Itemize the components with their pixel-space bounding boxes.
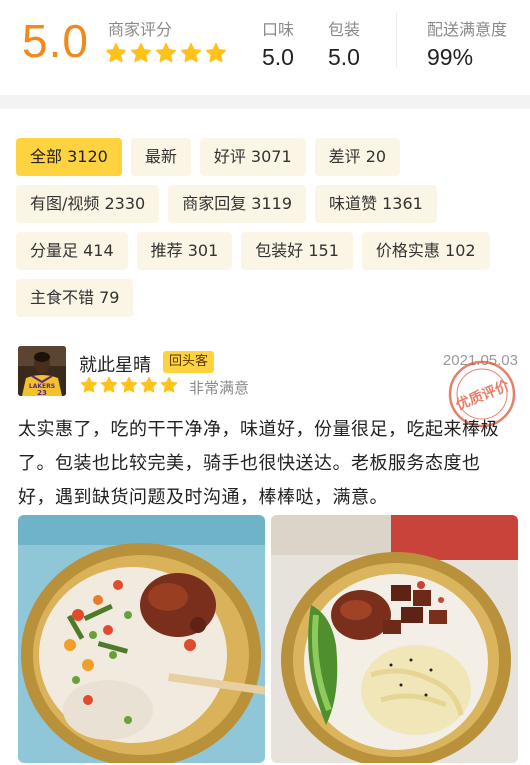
returning-customer-badge: 回头客 (163, 351, 215, 373)
review-photo-1[interactable] (18, 515, 265, 763)
filter-tag[interactable]: 味道赞 1361 (315, 185, 437, 223)
star-icon (140, 376, 158, 393)
star-icon (120, 376, 138, 393)
metric-divider (396, 12, 397, 68)
review-username[interactable]: 就此星晴 (79, 351, 151, 377)
packaging-metric: 包装 5.0 (328, 16, 360, 71)
filter-tag[interactable]: 商家回复 3119 (168, 185, 307, 223)
avatar[interactable]: LAKERS 23 (18, 346, 66, 396)
overall-score: 5.0 (22, 15, 89, 67)
star-icon (130, 42, 152, 63)
avatar-image: LAKERS 23 (18, 346, 66, 396)
review-photo-2[interactable] (271, 515, 518, 763)
star-icon (155, 42, 177, 63)
star-icon (105, 42, 127, 63)
food-photo-rice-bowl-greens (271, 515, 518, 763)
filter-tag[interactable]: 最新 (130, 138, 191, 176)
filter-tag[interactable]: 包装好 151 (241, 232, 353, 270)
rating-summary: 5.0 商家评分 口味 5.0 包装 5.0 配送满意度 99% (0, 0, 530, 92)
stamp-text: 优质评价 (453, 377, 512, 414)
filter-tag[interactable]: 有图/视频 2330 (16, 185, 160, 223)
section-divider (0, 95, 530, 109)
svg-text:23: 23 (37, 389, 47, 396)
taste-label: 口味 (262, 20, 295, 39)
taste-metric: 口味 5.0 (262, 16, 294, 71)
merchant-rating-label: 商家评分 (108, 20, 173, 39)
filter-tag[interactable]: 好评 3071 (199, 138, 306, 176)
star-icon (100, 376, 118, 393)
review-text: 太实惠了，吃的干干净净，味道好，份量很足，吃起来棒极了。包装也比较完美，骑手也很… (18, 419, 499, 508)
star-icon (180, 42, 202, 63)
filter-tag[interactable]: 主食不错 79 (16, 279, 134, 317)
merchant-stars (105, 42, 227, 64)
star-icon (205, 42, 227, 63)
packaging-label: 包装 (328, 20, 361, 39)
filter-tag[interactable]: 分量足 414 (16, 232, 128, 270)
filter-tag[interactable]: 全部 3120 (16, 138, 122, 176)
food-photo-rice-bowl-vegetables (18, 515, 265, 763)
star-icon (80, 376, 98, 393)
delivery-metric: 配送满意度 99% (427, 16, 507, 71)
filter-tag[interactable]: 价格实惠 102 (361, 232, 490, 270)
filter-tag[interactable]: 差评 20 (314, 138, 401, 176)
review-filter-tags: 全部 3120 最新 好评 3071 差评 20 有图/视频 2330 商家回复 3119… (16, 138, 516, 317)
review-satisfaction: 非常满意 (189, 379, 250, 397)
delivery-label: 配送满意度 (427, 20, 508, 39)
star-icon (160, 376, 178, 393)
packaging-value: 5.0 (328, 44, 360, 70)
review-stars (80, 376, 178, 394)
taste-value: 5.0 (262, 44, 294, 70)
delivery-value: 99% (427, 44, 474, 70)
filter-tag[interactable]: 推荐 301 (136, 232, 233, 270)
